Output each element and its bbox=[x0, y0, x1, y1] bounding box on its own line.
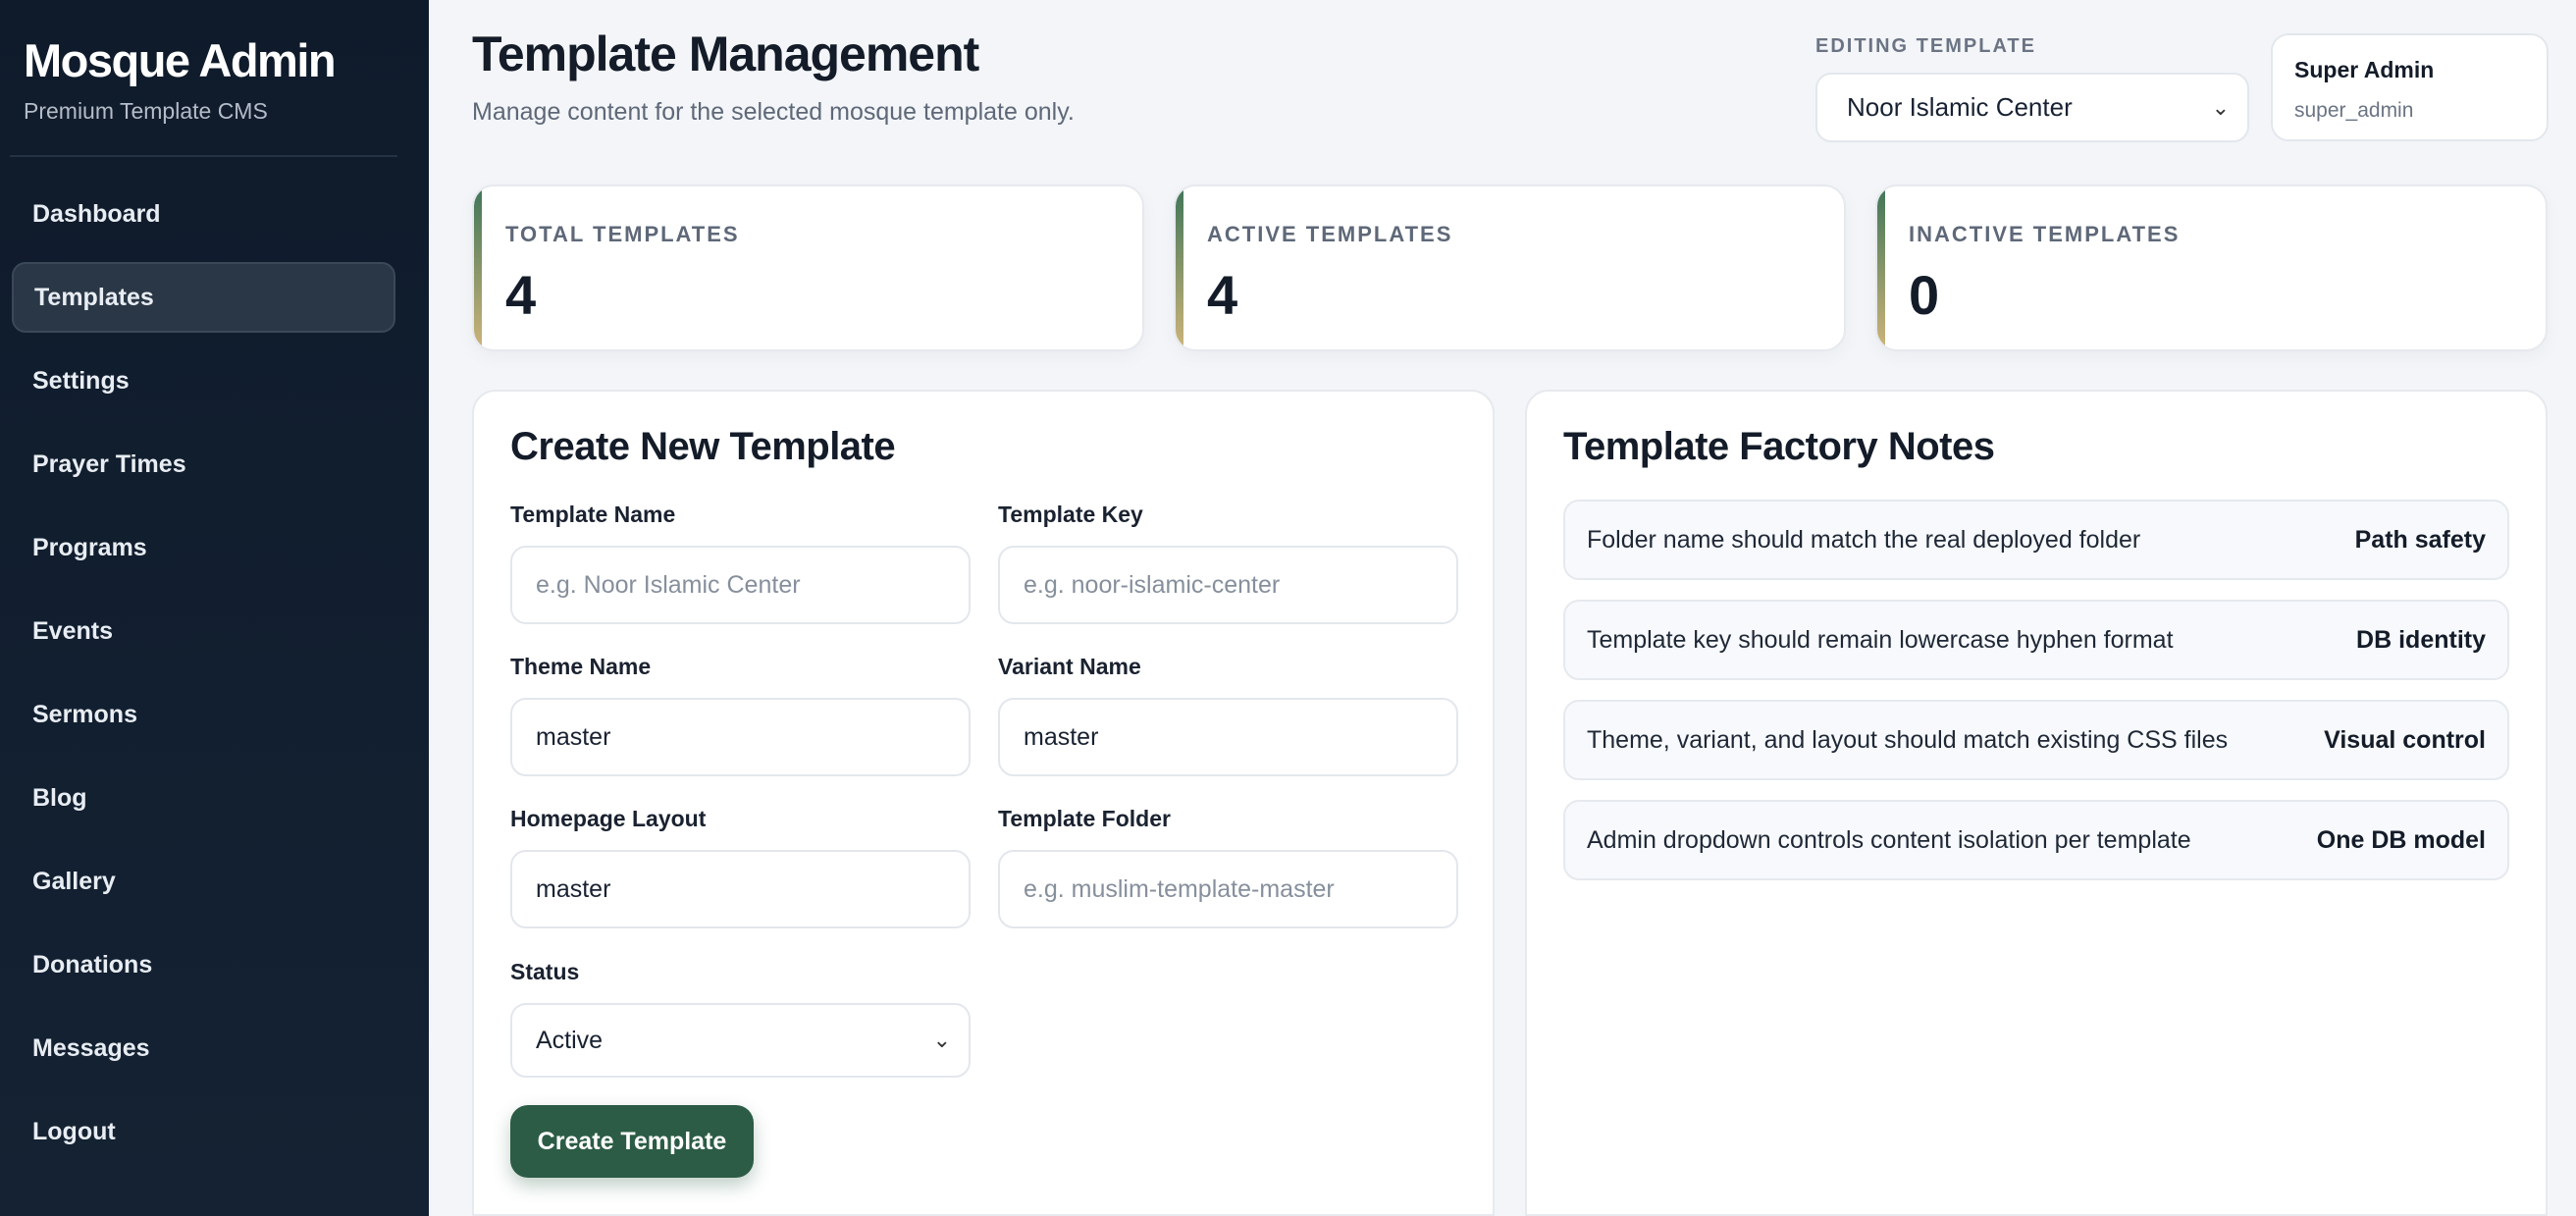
note-tag: Visual control bbox=[2324, 725, 2486, 754]
note-item: Admin dropdown controls content isolatio… bbox=[1563, 800, 2509, 880]
status-select[interactable]: Active ⌄ bbox=[510, 1003, 971, 1078]
note-text: Folder name should match the real deploy… bbox=[1587, 525, 2141, 554]
stat-value: 0 bbox=[1909, 264, 1940, 326]
sidebar-item-logout[interactable]: Logout bbox=[12, 1096, 395, 1167]
note-text: Template key should remain lowercase hyp… bbox=[1587, 625, 2174, 654]
sidebar-item-donations[interactable]: Donations bbox=[12, 929, 395, 1000]
main-content: Template Management Manage content for t… bbox=[429, 0, 2576, 1216]
panel-title: Template Factory Notes bbox=[1563, 425, 1995, 468]
panel-title: Create New Template bbox=[510, 425, 896, 468]
sidebar-divider bbox=[10, 155, 397, 157]
stat-card-active: ACTIVE TEMPLATES 4 bbox=[1174, 185, 1846, 351]
sidebar-item-events[interactable]: Events bbox=[12, 596, 395, 666]
template-name-label: Template Name bbox=[510, 502, 676, 527]
variant-name-input[interactable]: master bbox=[998, 698, 1458, 776]
sidebar-nav: Dashboard Templates Settings Prayer Time… bbox=[12, 179, 395, 1180]
stat-label: ACTIVE TEMPLATES bbox=[1207, 222, 1453, 246]
note-item: Theme, variant, and layout should match … bbox=[1563, 700, 2509, 780]
stat-label: TOTAL TEMPLATES bbox=[505, 222, 740, 246]
template-key-label: Template Key bbox=[998, 502, 1143, 527]
homepage-layout-input[interactable]: master bbox=[510, 850, 971, 928]
theme-name-input[interactable]: master bbox=[510, 698, 971, 776]
note-text: Admin dropdown controls content isolatio… bbox=[1587, 825, 2191, 854]
brand: Mosque Admin Premium Template CMS bbox=[24, 31, 337, 125]
template-folder-label: Template Folder bbox=[998, 806, 1171, 831]
note-item: Folder name should match the real deploy… bbox=[1563, 500, 2509, 580]
sidebar-item-messages[interactable]: Messages bbox=[12, 1013, 395, 1084]
template-factory-notes-panel: Template Factory Notes Folder name shoul… bbox=[1525, 390, 2548, 1216]
chevron-down-icon: ⌄ bbox=[932, 1028, 951, 1052]
template-key-input[interactable]: e.g. noor-islamic-center bbox=[998, 546, 1458, 624]
stat-label: INACTIVE TEMPLATES bbox=[1909, 222, 2181, 246]
status-select-value: Active bbox=[536, 1026, 604, 1054]
sidebar-item-prayer-times[interactable]: Prayer Times bbox=[12, 429, 395, 500]
stat-card-inactive: INACTIVE TEMPLATES 0 bbox=[1875, 185, 2548, 351]
sidebar-item-settings[interactable]: Settings bbox=[12, 345, 395, 416]
stat-value: 4 bbox=[1207, 264, 1238, 326]
note-tag: DB identity bbox=[2356, 625, 2486, 654]
stat-value: 4 bbox=[505, 264, 537, 326]
template-select[interactable]: Noor Islamic Center ⌄ bbox=[1815, 73, 2249, 142]
create-template-button[interactable]: Create Template bbox=[510, 1105, 754, 1178]
user-handle: super_admin bbox=[2294, 99, 2414, 122]
theme-name-label: Theme Name bbox=[510, 654, 652, 679]
user-card[interactable]: Super Admin super_admin bbox=[2271, 33, 2549, 141]
brand-subtitle: Premium Template CMS bbox=[24, 98, 268, 124]
stat-card-total: TOTAL TEMPLATES 4 bbox=[472, 185, 1144, 351]
note-item: Template key should remain lowercase hyp… bbox=[1563, 600, 2509, 680]
chevron-down-icon: ⌄ bbox=[2211, 94, 2230, 120]
template-select-value: Noor Islamic Center bbox=[1847, 92, 2073, 122]
variant-name-label: Variant Name bbox=[998, 654, 1141, 679]
sidebar-item-blog[interactable]: Blog bbox=[12, 763, 395, 833]
editing-template-label: EDITING TEMPLATE bbox=[1815, 35, 2036, 57]
template-name-input[interactable]: e.g. Noor Islamic Center bbox=[510, 546, 971, 624]
template-folder-input[interactable]: e.g. muslim-template-master bbox=[998, 850, 1458, 928]
note-text: Theme, variant, and layout should match … bbox=[1587, 725, 2229, 754]
homepage-layout-label: Homepage Layout bbox=[510, 806, 707, 831]
sidebar-item-gallery[interactable]: Gallery bbox=[12, 846, 395, 917]
create-template-panel: Create New Template Template Name e.g. N… bbox=[472, 390, 1495, 1216]
sidebar-item-templates[interactable]: Templates bbox=[12, 262, 395, 333]
note-tag: Path safety bbox=[2354, 525, 2486, 554]
sidebar-item-programs[interactable]: Programs bbox=[12, 512, 395, 583]
note-tag: One DB model bbox=[2316, 825, 2486, 854]
status-label: Status bbox=[510, 959, 580, 984]
sidebar: Mosque Admin Premium Template CMS Dashbo… bbox=[0, 0, 429, 1216]
user-name: Super Admin bbox=[2294, 57, 2435, 82]
page-title: Template Management bbox=[472, 26, 979, 81]
page-subtitle: Manage content for the selected mosque t… bbox=[472, 98, 1075, 126]
brand-title: Mosque Admin bbox=[24, 34, 337, 86]
sidebar-item-dashboard[interactable]: Dashboard bbox=[12, 179, 395, 249]
sidebar-item-sermons[interactable]: Sermons bbox=[12, 679, 395, 750]
